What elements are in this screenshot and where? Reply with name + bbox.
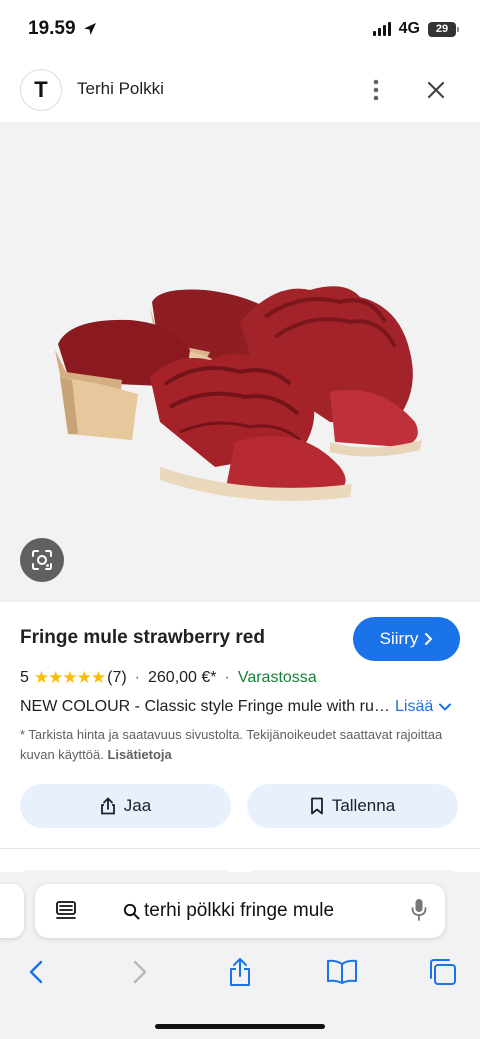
product-title: Fringe mule strawberry red xyxy=(20,627,265,648)
rating-stars: ★★★★★ xyxy=(33,668,106,687)
product-price: 260,00 €* xyxy=(148,669,217,686)
previous-tab-preview[interactable] xyxy=(0,884,24,938)
share-icon xyxy=(100,797,115,815)
separator-dot: · xyxy=(224,669,230,686)
search-icon xyxy=(123,903,140,919)
status-time: 19.59 xyxy=(28,18,98,40)
rating-row: 5 ★★★★★ (7) · 260,00 €* · Varastossa xyxy=(20,668,317,688)
microphone-icon[interactable] xyxy=(411,898,427,922)
book-icon xyxy=(327,959,357,984)
more-vert-icon xyxy=(373,79,379,101)
site-avatar: T xyxy=(20,69,62,111)
google-lens-button[interactable] xyxy=(20,538,64,582)
chevron-down-icon xyxy=(439,703,452,711)
product-image[interactable] xyxy=(0,122,480,602)
share-button[interactable]: Jaa xyxy=(20,784,231,828)
share-icon xyxy=(230,958,250,986)
more-options-button[interactable] xyxy=(362,74,390,106)
availability-status: Varastossa xyxy=(237,669,317,686)
more-link[interactable]: Lisää xyxy=(395,698,452,716)
lens-icon xyxy=(32,550,52,570)
tabs-button[interactable] xyxy=(420,952,464,992)
battery-icon: 29 xyxy=(428,21,459,37)
safari-toolbar: terhi pölkki fringe mule xyxy=(0,872,480,1039)
visit-site-label: Siirry xyxy=(379,629,419,648)
divider xyxy=(0,848,480,849)
page-menu-icon[interactable] xyxy=(55,900,77,922)
search-query: terhi pölkki fringe mule xyxy=(144,900,335,921)
visit-site-button[interactable]: Siirry xyxy=(353,617,460,661)
disclaimer-text: * Tarkista hinta ja saatavuus sivustolta… xyxy=(20,727,443,762)
back-button[interactable] xyxy=(14,952,58,992)
disclaimer-link[interactable]: Lisätietoja xyxy=(107,747,171,762)
status-bar: 19.59 4G 29 xyxy=(0,0,480,60)
close-icon xyxy=(427,81,445,99)
tabs-icon xyxy=(430,959,456,985)
save-label: Tallenna xyxy=(331,796,396,815)
red-ruffle-mule-shoes xyxy=(55,286,422,501)
home-indicator[interactable] xyxy=(155,1024,325,1029)
rating-value: 5 xyxy=(20,669,29,686)
share-page-button[interactable] xyxy=(218,952,262,992)
site-name[interactable]: Terhi Polkki xyxy=(77,79,164,99)
close-button[interactable] xyxy=(420,74,452,106)
network-type: 4G xyxy=(398,20,420,37)
result-header: T Terhi Polkki xyxy=(0,62,480,120)
bookmark-icon xyxy=(310,797,323,815)
disclaimer: * Tarkista hinta ja saatavuus sivustolta… xyxy=(20,725,460,765)
chevron-right-icon xyxy=(133,960,147,984)
chevron-right-icon xyxy=(425,633,433,645)
review-count: (7) xyxy=(107,669,127,686)
product-description: NEW COLOUR - Classic style Fringe mule w… xyxy=(20,698,390,715)
more-label: Lisää xyxy=(395,698,434,715)
forward-button[interactable] xyxy=(118,952,162,992)
browser-nav-row xyxy=(0,952,480,992)
chevron-left-icon xyxy=(29,960,43,984)
location-arrow-icon xyxy=(83,23,96,35)
share-label: Jaa xyxy=(123,796,152,815)
save-button[interactable]: Tallenna xyxy=(247,784,458,828)
address-bar[interactable]: terhi pölkki fringe mule xyxy=(35,884,445,938)
description-row: NEW COLOUR - Classic style Fringe mule w… xyxy=(20,698,465,716)
cell-signal-icon xyxy=(372,22,391,36)
separator-dot: · xyxy=(134,669,140,686)
bookmarks-button[interactable] xyxy=(320,952,364,992)
battery-level: 29 xyxy=(435,23,449,35)
